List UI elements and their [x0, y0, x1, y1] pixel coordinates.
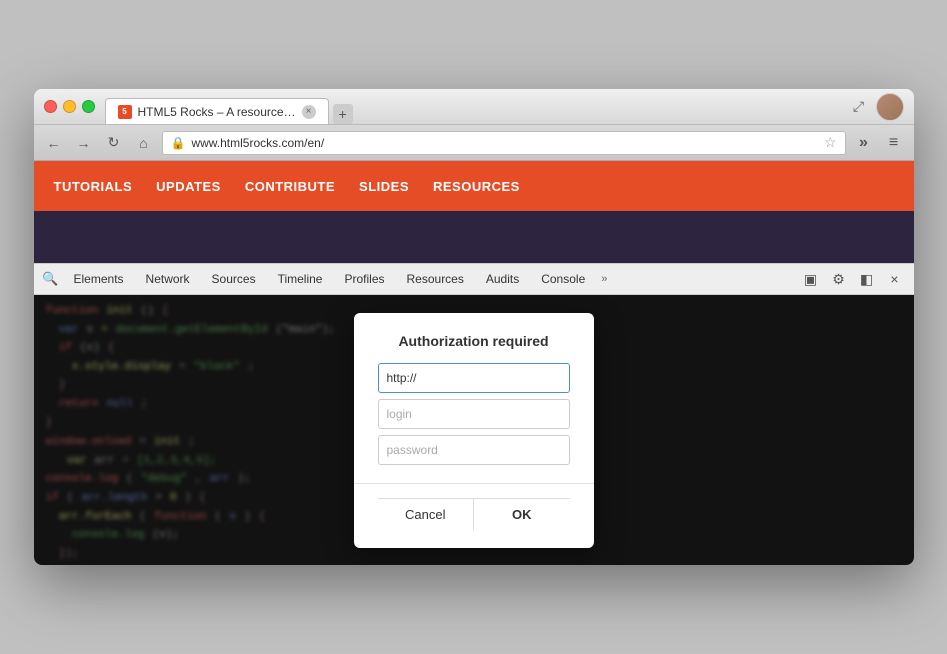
- user-avatar: [876, 93, 904, 121]
- devtools-close-icon[interactable]: ×: [882, 266, 908, 292]
- hamburger-menu-button[interactable]: ≡: [882, 131, 906, 155]
- modal-overlay: Authorization required Cancel OK: [34, 295, 914, 565]
- modal-password-input[interactable]: [378, 435, 570, 465]
- bookmark-icon[interactable]: ☆: [824, 134, 837, 151]
- traffic-lights: [44, 100, 95, 113]
- site-nav-updates[interactable]: UPDATES: [156, 179, 221, 194]
- url-security-icon: 🔒: [171, 136, 186, 150]
- forward-button[interactable]: →: [72, 131, 96, 155]
- devtools-more-tabs[interactable]: »: [597, 273, 611, 285]
- modal-url-input[interactable]: [378, 363, 570, 393]
- home-button[interactable]: ⌂: [132, 131, 156, 155]
- tab-close-button[interactable]: ×: [302, 105, 316, 119]
- modal-buttons: Cancel OK: [378, 498, 570, 530]
- modal-ok-button[interactable]: OK: [473, 498, 570, 530]
- devtools-tab-sources[interactable]: Sources: [202, 268, 266, 290]
- refresh-button[interactable]: ↻: [102, 131, 126, 155]
- devtools-search-icon[interactable]: 🔍: [40, 268, 62, 290]
- tab-bar: 5 HTML5 Rocks – A resource… × +: [105, 89, 353, 124]
- devtools-dock-icon[interactable]: ▣: [798, 266, 824, 292]
- site-banner: [34, 211, 914, 263]
- devtools-tab-timeline[interactable]: Timeline: [268, 268, 333, 290]
- devtools-tab-resources[interactable]: Resources: [397, 268, 474, 290]
- modal-cancel-button[interactable]: Cancel: [378, 498, 474, 530]
- tab-title: HTML5 Rocks – A resource…: [138, 105, 296, 119]
- maximize-window-button[interactable]: [82, 100, 95, 113]
- url-text: www.html5rocks.com/en/: [191, 136, 817, 150]
- url-bar[interactable]: 🔒 www.html5rocks.com/en/ ☆: [162, 131, 846, 155]
- tab-favicon: 5: [118, 105, 132, 119]
- devtools-tab-console[interactable]: Console: [531, 268, 595, 290]
- devtools-content: functioninit(){ varx=document.getElement…: [34, 295, 914, 565]
- devtools-tab-profiles[interactable]: Profiles: [334, 268, 394, 290]
- site-nav-contribute[interactable]: CONTRIBUTE: [245, 179, 335, 194]
- title-bar: 5 HTML5 Rocks – A resource… × + ⤢: [34, 89, 914, 125]
- devtools-tab-network[interactable]: Network: [136, 268, 200, 290]
- modal-login-input[interactable]: [378, 399, 570, 429]
- address-bar: ← → ↻ ⌂ 🔒 www.html5rocks.com/en/ ☆ » ≡: [34, 125, 914, 161]
- browser-tab[interactable]: 5 HTML5 Rocks – A resource… ×: [105, 98, 329, 124]
- devtools-settings-icon[interactable]: ⚙: [826, 266, 852, 292]
- modal-title: Authorization required: [378, 333, 570, 349]
- site-nav-resources[interactable]: RESOURCES: [433, 179, 520, 194]
- back-button[interactable]: ←: [42, 131, 66, 155]
- devtools-tab-elements[interactable]: Elements: [64, 268, 134, 290]
- browser-window: 5 HTML5 Rocks – A resource… × + ⤢ ← → ↻ …: [34, 89, 914, 565]
- devtools-toolbar: 🔍 Elements Network Sources Timeline Prof…: [34, 263, 914, 295]
- auth-dialog: Authorization required Cancel OK: [354, 313, 594, 548]
- site-nav-tutorials[interactable]: TUTORIALS: [54, 179, 133, 194]
- minimize-window-button[interactable]: [63, 100, 76, 113]
- devtools-inspect-icon[interactable]: ◧: [854, 266, 880, 292]
- site-nav-slides[interactable]: SLIDES: [359, 179, 409, 194]
- close-window-button[interactable]: [44, 100, 57, 113]
- devtools-tab-audits[interactable]: Audits: [476, 268, 529, 290]
- site-nav-bar: TUTORIALS UPDATES CONTRIBUTE SLIDES RESO…: [34, 161, 914, 211]
- modal-divider: [354, 483, 594, 484]
- more-menu-button[interactable]: »: [852, 131, 876, 155]
- expand-button[interactable]: ⤢: [848, 96, 870, 118]
- new-tab-button[interactable]: +: [333, 104, 353, 124]
